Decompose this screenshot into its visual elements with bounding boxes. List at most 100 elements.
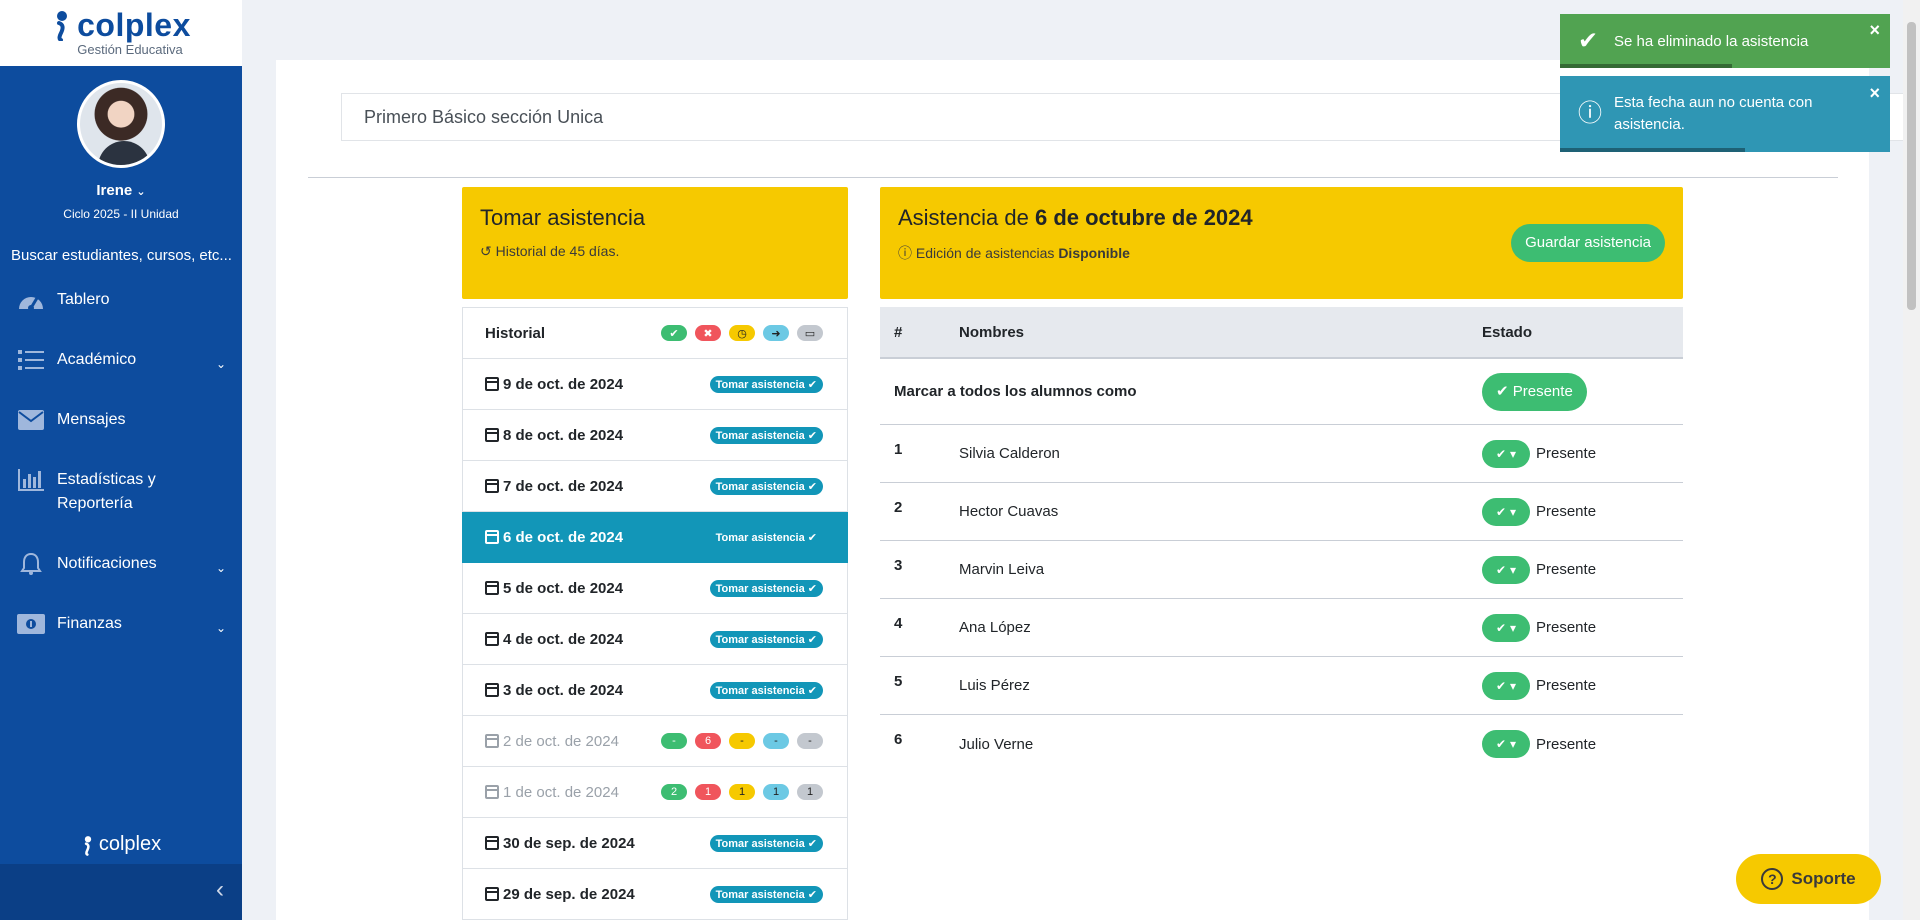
table-row: 4 Ana López ✔ ▾ Presente [880,599,1683,657]
sidebar-item-finanzas[interactable]: Finanzas ⌄ [0,612,242,636]
close-icon[interactable]: × [1869,20,1880,41]
user-cycle: Ciclo 2025 - II Unidad [63,207,179,221]
status-dropdown[interactable]: ✔ ▾ [1482,730,1530,758]
sidebar-item-tablero[interactable]: Tablero [0,288,242,312]
chevron-down-icon: ⌄ [215,561,226,575]
student-number: 1 [894,441,903,458]
sidebar-item-label: Finanzas [57,615,122,632]
calendar-icon [485,734,499,748]
status-dropdown[interactable]: ✔ ▾ [1482,555,1530,584]
date-row-label-group: 30 de sep. de 2024 [485,835,635,852]
student-name: Julio Verne [959,735,1034,753]
chevron-left-icon: ‹ [216,876,224,903]
date-row[interactable]: 5 de oct. de 2024 Tomar asistencia ✔ [462,563,848,614]
check-icon: ✔ [804,531,817,544]
status-label: Presente [1536,503,1597,520]
status-label: Presente [1536,445,1597,462]
date-row[interactable]: 1 de oct. de 2024 2 1 1 1 1 [462,767,848,818]
check-icon: ✔ [804,684,817,697]
sidebar-item-mensajes[interactable]: Mensajes [0,408,242,432]
sidebar-collapse-bar[interactable]: ‹ [0,864,242,920]
sidebar-item-academico[interactable]: Académico ⌄ [0,348,242,372]
date-row-label-group: 6 de oct. de 2024 [485,529,623,546]
date-row[interactable]: 9 de oct. de 2024 Tomar asistencia ✔ [462,359,848,410]
toast-progress [1560,64,1732,68]
sidebar: colplex Gestión Educativa Irene ⌄ Ciclo … [0,0,242,920]
take-attendance-badge[interactable]: Tomar asistencia ✔ [709,630,823,648]
calendar-icon [485,683,499,697]
date-row[interactable]: 8 de oct. de 2024 Tomar asistencia ✔ [462,410,848,461]
user-menu[interactable]: Irene ⌄ [0,182,242,199]
mark-all-present-button[interactable]: ✔ Presente [1482,372,1587,411]
date-row[interactable]: 3 de oct. de 2024 Tomar asistencia ✔ [462,665,848,716]
count-excused: - [763,733,789,749]
take-attendance-badge[interactable]: Tomar asistencia ✔ [710,529,823,546]
date-row[interactable]: 2 de oct. de 2024-6- - - [462,716,848,767]
table-row: 6 Julio Verne ✔ ▾ Presente [880,715,1683,773]
save-attendance-button[interactable]: Guardar asistencia [1511,224,1665,262]
date-row[interactable]: 4 de oct. de 2024 Tomar asistencia ✔ [462,614,848,665]
brand-logo[interactable]: colplex Gestión Educativa [0,0,242,66]
table-row: 3 Marvin Leiva ✔ ▾ Presente [880,541,1683,599]
caret-down-icon: ▾ [1510,678,1517,693]
take-attendance-badge[interactable]: Tomar asistencia ✔ [709,426,823,444]
calendar-icon [485,581,499,595]
student-number: 5 [894,673,903,690]
virtual-laptop-icon: ▭ [797,325,823,341]
count-present: 2 [661,784,687,800]
sidebar-item-label: Notificaciones [57,555,157,572]
status-cell: ✔ ▾ Presente [1482,613,1596,642]
date-row[interactable]: 6 de oct. de 2024 Tomar asistencia ✔ [462,512,848,563]
support-button[interactable]: ? Soporte [1736,854,1881,904]
take-attendance-badge[interactable]: Tomar asistencia ✔ [709,579,823,597]
take-attendance-badge[interactable]: Tomar asistencia ✔ [709,834,823,852]
take-attendance-badge[interactable]: Tomar asistencia ✔ [709,375,823,393]
present-check-icon: ✔ [661,325,687,341]
close-icon[interactable]: × [1869,82,1880,104]
date-label: 1 de oct. de 2024 [503,783,619,801]
status-dropdown[interactable]: ✔ ▾ [1482,439,1530,468]
sidebar-item-notificaciones[interactable]: Notificaciones ⌄ [0,552,242,576]
page-scrollbar[interactable] [1903,0,1920,920]
col-header-status: Estado [1482,323,1533,341]
sidebar-search[interactable]: Buscar estudiantes, cursos, etc... [11,247,242,264]
toast-progress [1560,148,1745,152]
table-header: # Nombres Estado [880,307,1683,359]
check-icon: ✔ [804,429,817,442]
take-attendance-label: Tomar asistencia [715,888,805,901]
date-row[interactable]: 29 de sep. de 2024 Tomar asistencia ✔ [462,869,848,920]
count-absent: 6 [695,733,721,749]
status-dropdown[interactable]: ✔ ▾ [1482,671,1530,700]
money-icon [16,612,46,636]
take-attendance-card: Tomar asistencia ↺ Historial de 45 días. [462,187,848,299]
status-dropdown[interactable]: ✔ ▾ [1482,497,1530,526]
envelope-icon [16,408,46,432]
status-label: Presente [1536,735,1597,753]
attendance-table: # Nombres Estado Marcar a todos los alum… [880,307,1683,773]
date-label: 4 de oct. de 2024 [503,630,624,648]
take-attendance-badge[interactable]: Tomar asistencia ✔ [709,477,823,495]
check-icon: ✔ [1495,620,1507,635]
caret-down-icon: ▾ [1510,620,1517,635]
calendar-icon [485,632,499,646]
status-cell: ✔ ▾ Presente [1482,671,1596,700]
status-dropdown[interactable]: ✔ ▾ [1482,613,1530,642]
scrollbar-thumb[interactable] [1907,22,1916,310]
chevron-down-icon: ⌄ [215,621,226,635]
caret-down-icon: ▾ [1510,446,1517,461]
sidebar-item-estadisticas[interactable]: Estadísticas y Reportería [0,468,242,516]
sidebar-item-label: Mensajes [57,411,126,428]
student-name: Hector Cuavas [959,503,1059,520]
take-attendance-label: Tomar asistencia [715,582,805,595]
avatar[interactable] [77,80,165,168]
check-icon: ✔ [1578,27,1599,55]
date-row[interactable]: 30 de sep. de 2024 Tomar asistencia ✔ [462,818,848,869]
check-icon: ✔ [1495,504,1507,519]
date-row[interactable]: 7 de oct. de 2024 Tomar asistencia ✔ [462,461,848,512]
sidebar-item-label: Académico [57,351,137,368]
calendar-icon [485,479,499,493]
take-attendance-label: Tomar asistencia [715,531,805,544]
date-row-label-group: 29 de sep. de 2024 [485,886,635,903]
take-attendance-badge[interactable]: Tomar asistencia ✔ [709,681,823,699]
take-attendance-badge[interactable]: Tomar asistencia ✔ [709,885,823,903]
